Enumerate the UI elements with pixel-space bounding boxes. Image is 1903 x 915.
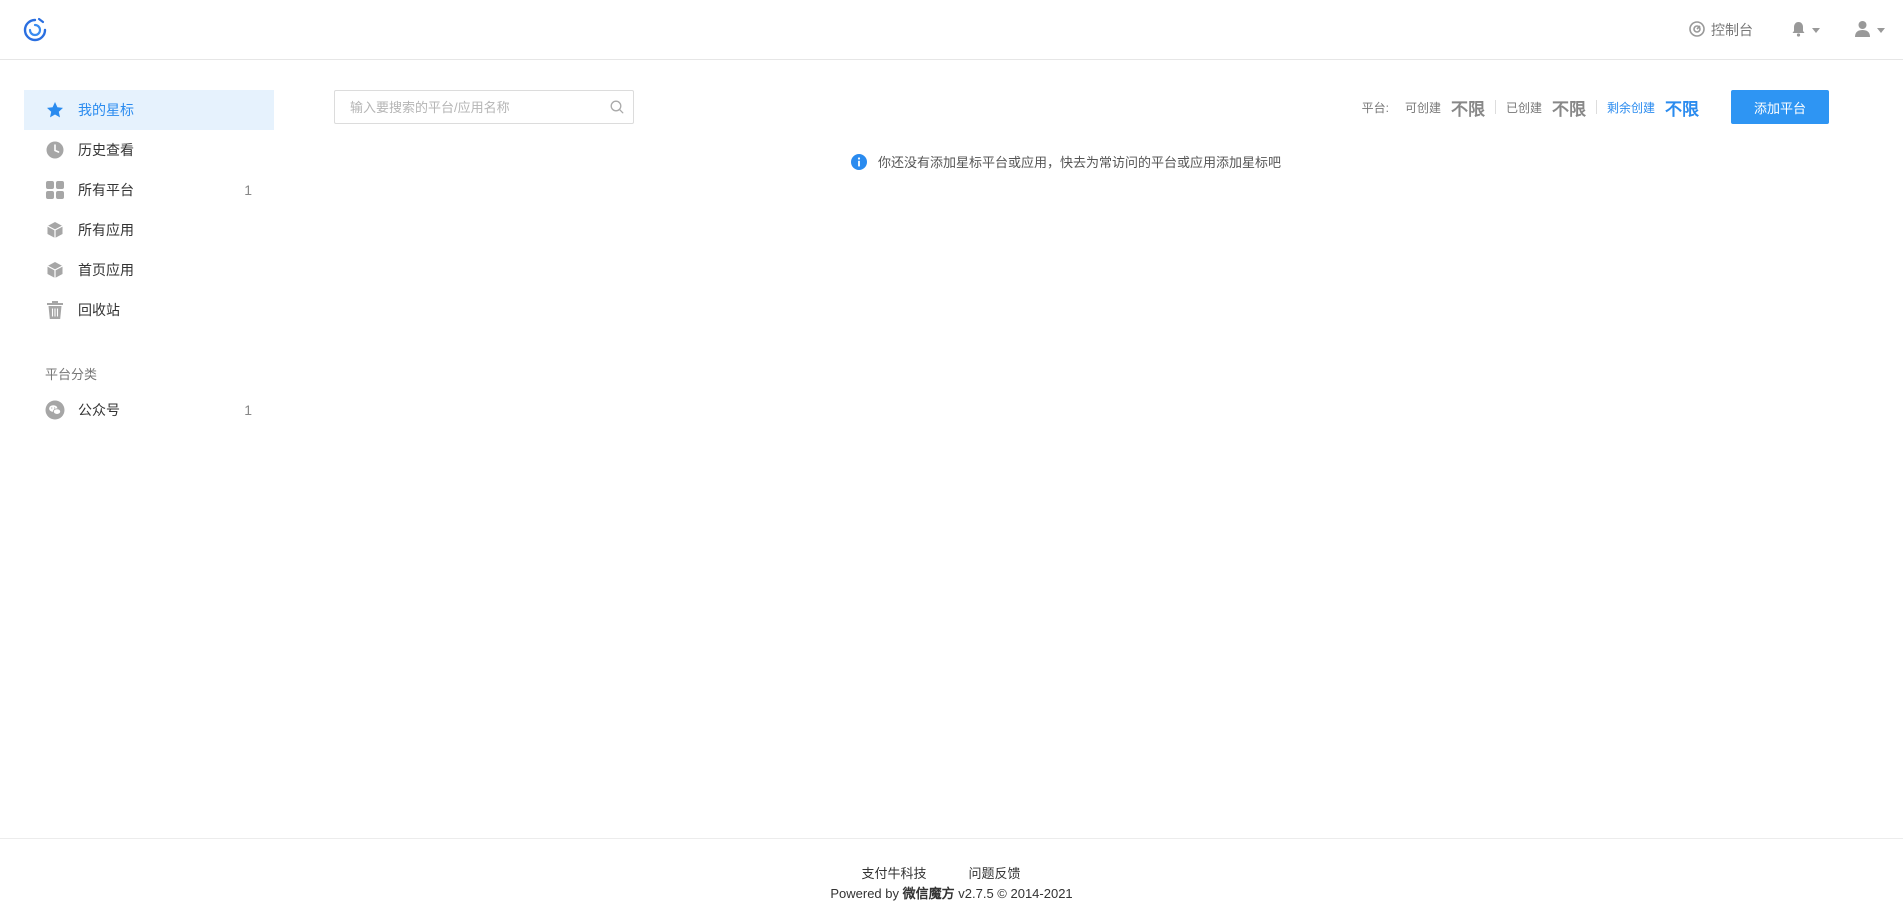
sidebar-item-all-apps[interactable]: 所有应用 xyxy=(24,210,274,250)
clock-icon xyxy=(45,140,65,160)
bell-icon xyxy=(1791,21,1806,40)
remaining-label: 剩余创建 xyxy=(1606,100,1655,115)
search-icon[interactable] xyxy=(601,100,633,114)
footer-link-company[interactable]: 支付牛科技 xyxy=(861,863,926,882)
user-icon xyxy=(1854,20,1871,40)
cube-icon xyxy=(45,220,65,240)
platform-stats: 平台: 可创建 不限 已创建 不限 剩余创建 不限 xyxy=(1362,90,1699,124)
sidebar-item-label: 所有应用 xyxy=(78,222,134,238)
sidebar-item-label: 回收站 xyxy=(78,302,120,318)
sidebar-item-label: 历史查看 xyxy=(78,142,134,158)
created-label: 已创建 xyxy=(1505,100,1542,115)
console-link[interactable]: 控制台 xyxy=(1689,20,1753,40)
powered-brand: 微信魔方 xyxy=(902,886,955,901)
divider xyxy=(1595,100,1597,114)
add-platform-button[interactable]: 添加平台 xyxy=(1731,90,1829,124)
footer-copyright: Powered by 微信魔方 v2.7.5 © 2014-2021 xyxy=(0,883,1903,902)
gauge-icon xyxy=(1689,20,1711,40)
item-count: 1 xyxy=(244,402,252,418)
sidebar-item-all-platforms[interactable]: 所有平台 1 xyxy=(24,170,274,210)
console-label: 控制台 xyxy=(1711,22,1753,38)
sidebar-item-history[interactable]: 历史查看 xyxy=(24,130,274,170)
footer-link-feedback[interactable]: 问题反馈 xyxy=(969,863,1021,882)
sidebar-item-label: 我的星标 xyxy=(78,102,134,118)
cube-icon xyxy=(45,260,65,280)
footer: 支付牛科技 问题反馈 Powered by 微信魔方 v2.7.5 © 2014… xyxy=(0,838,1903,915)
notifications-button[interactable] xyxy=(1791,21,1820,40)
item-count: 1 xyxy=(244,182,252,198)
sidebar-item-label: 所有平台 xyxy=(78,182,134,198)
star-icon xyxy=(45,100,65,120)
grid-icon xyxy=(45,180,65,200)
powered-prefix: Powered by xyxy=(830,886,899,901)
wechat-icon xyxy=(45,400,65,420)
top-header: 控制台 xyxy=(0,0,1903,60)
remaining-value: 不限 xyxy=(1665,99,1699,119)
sidebar-item-label: 公众号 xyxy=(78,402,120,418)
swirl-logo-icon[interactable] xyxy=(22,17,48,43)
sidebar: 我的星标 历史查看 所有平台 1 所有应用 首页应用 回收站 平台分类 公众号 … xyxy=(24,90,274,430)
search-box xyxy=(334,90,634,124)
info-icon xyxy=(851,153,867,170)
trash-icon xyxy=(45,300,65,320)
divider xyxy=(1494,100,1496,114)
created-value: 不限 xyxy=(1551,99,1586,119)
notice-text: 你还没有添加星标平台或应用，快去为常访问的平台或应用添加星标吧 xyxy=(878,155,1282,170)
sidebar-item-official-account[interactable]: 公众号 1 xyxy=(24,390,274,430)
user-menu-button[interactable] xyxy=(1854,20,1885,40)
can-create-label: 可创建 xyxy=(1404,100,1441,115)
sidebar-section-title: 平台分类 xyxy=(45,367,98,382)
sidebar-item-starred[interactable]: 我的星标 xyxy=(24,90,274,130)
empty-notice: 你还没有添加星标平台或应用，快去为常访问的平台或应用添加星标吧 xyxy=(851,152,1281,171)
can-create-value: 不限 xyxy=(1450,99,1485,119)
chevron-down-icon xyxy=(1877,27,1885,33)
search-input[interactable] xyxy=(335,91,601,123)
sidebar-item-recycle-bin[interactable]: 回收站 xyxy=(24,290,274,330)
powered-suffix: v2.7.5 © 2014-2021 xyxy=(958,886,1073,901)
chevron-down-icon xyxy=(1812,27,1820,33)
stats-label: 平台: xyxy=(1361,100,1389,115)
sidebar-item-home-apps[interactable]: 首页应用 xyxy=(24,250,274,290)
sidebar-item-label: 首页应用 xyxy=(78,262,134,278)
